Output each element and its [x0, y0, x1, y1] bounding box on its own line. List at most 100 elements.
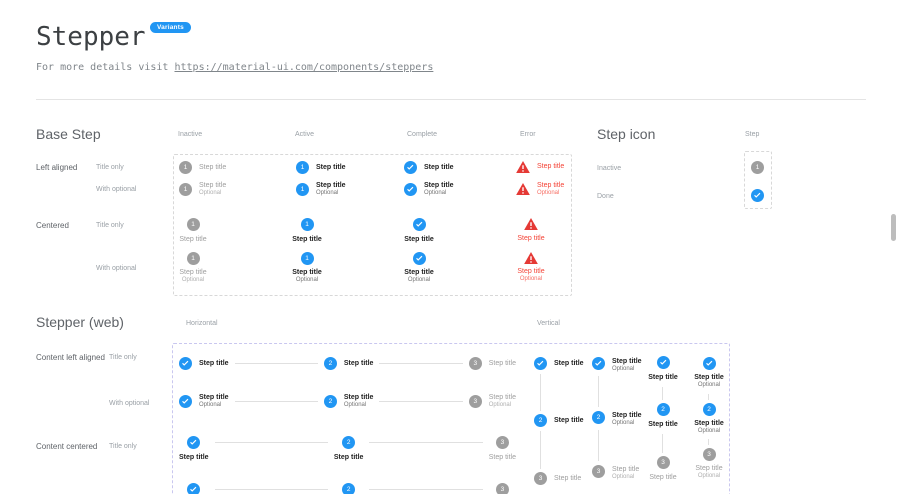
row-sublabel-title-only: Title only	[109, 354, 137, 361]
step-title: Step title	[424, 181, 454, 190]
step-active-centered: 2 Step title	[334, 436, 364, 462]
step-number-icon: 2	[324, 395, 337, 408]
step-title: Step title	[199, 359, 229, 368]
step-number-icon: 1	[296, 183, 309, 196]
step-complete-centered: Step title	[641, 356, 685, 382]
subtitle-text: For more details visit	[36, 62, 174, 73]
horizontal-stepper-centered: Step title 2 Step title 3 Step title	[179, 436, 516, 462]
step-optional: Optional	[489, 402, 516, 410]
horizontal-stepper-title-only: Step title 2 Step title 3 Step title	[179, 357, 516, 370]
row-sublabel-title-only: Title only	[96, 222, 124, 229]
step-inactive-centered-optional: 3 Step title	[489, 483, 516, 494]
step-optional: Optional	[199, 402, 229, 410]
step-number-icon: 1	[187, 218, 200, 231]
step-complete-centered: Step title	[389, 218, 449, 244]
scrollbar-thumb[interactable]	[891, 214, 896, 241]
step-optional: Optional	[698, 473, 720, 481]
step-title: Step title	[292, 235, 322, 244]
step-inactive: 3 Step title	[469, 357, 516, 370]
step-inactive-optional: 3 Step titleOptional	[469, 393, 516, 410]
step-number-icon: 2	[534, 414, 547, 427]
step-error-centered: Step title	[501, 218, 561, 243]
step-complete-optional: Step titleOptional	[404, 181, 454, 198]
step-title: Step title	[612, 357, 642, 366]
check-icon	[592, 357, 605, 370]
step-active-centered-optional: 1 Step title Optional	[277, 252, 337, 285]
step-active-centered-optional: 2 Step title Optional	[687, 403, 731, 436]
step-title: Step title	[612, 465, 639, 474]
check-icon	[413, 218, 426, 231]
row-label-centered: Centered	[36, 221, 69, 230]
column-header-step: Step	[745, 131, 759, 138]
row-label-content-left-aligned: Content left aligned	[36, 353, 105, 362]
step-inactive-centered: 3 Step title	[489, 436, 516, 462]
step-inactive-centered-optional: 1 Step title Optional	[163, 252, 223, 285]
step-number-icon: 2	[324, 357, 337, 370]
error-icon	[524, 218, 538, 230]
step-inactive-optional: 3 Step titleOptional	[592, 465, 639, 482]
row-sublabel-with-optional: With optional	[96, 265, 136, 272]
step-inactive-centered-optional: 3 Step title Optional	[687, 448, 731, 481]
step-number-icon: 3	[496, 436, 509, 449]
step-optional: Optional	[698, 428, 720, 436]
step-title: Step title	[404, 268, 434, 277]
step-connector	[369, 442, 482, 443]
error-icon	[516, 161, 530, 173]
step-title: Step title	[404, 235, 434, 244]
step-optional: Optional	[408, 277, 430, 285]
step-title: Step title	[648, 420, 678, 429]
column-header-complete: Complete	[407, 131, 437, 138]
step-title: Step title	[316, 163, 346, 172]
step-title: Step title	[517, 234, 544, 243]
step-active: 2 Step title	[324, 357, 374, 370]
step-connector	[598, 430, 599, 461]
row-label-left-aligned: Left aligned	[36, 163, 77, 172]
step-number-icon: 3	[657, 456, 670, 469]
step-inactive: 3 Step title	[534, 472, 581, 485]
step-connector	[540, 431, 541, 469]
horizontal-stepper-with-optional: Step titleOptional 2 Step titleOptional …	[179, 393, 516, 410]
step-title: Step title	[316, 181, 346, 190]
docs-link[interactable]: https://material-ui.com/components/stepp…	[174, 62, 433, 73]
step-connector	[379, 363, 462, 364]
step-title: Step title	[517, 267, 544, 276]
row-sublabel-title-only: Title only	[109, 443, 137, 450]
step-title: Step title	[489, 453, 516, 462]
step-optional: Optional	[182, 277, 204, 285]
step-error: Step title	[516, 161, 564, 173]
step-title: Step title	[554, 474, 581, 483]
step-complete-centered: Step title	[179, 436, 209, 462]
step-title: Step title	[199, 393, 229, 402]
check-icon	[187, 436, 200, 449]
step-inactive-optional: 1 Step titleOptional	[179, 181, 226, 198]
step-title: Step title	[344, 359, 374, 368]
step-error-centered-optional: Step title Optional	[501, 252, 561, 284]
step-number-icon: 1	[301, 218, 314, 231]
step-number-icon: 3	[469, 395, 482, 408]
step-active-optional: 1 Step titleOptional	[296, 181, 346, 198]
step-title: Step title	[537, 181, 564, 190]
step-title: Step title	[334, 453, 364, 462]
step-icon-inactive: 1	[751, 161, 764, 174]
step-number-icon: 3	[703, 448, 716, 461]
step-number-icon: 1	[296, 161, 309, 174]
step-title: Step title	[554, 359, 584, 368]
step-number-icon: 3	[496, 483, 509, 494]
step-number-icon: 3	[534, 472, 547, 485]
row-label-done: Done	[597, 193, 614, 200]
step-optional: Optional	[612, 366, 642, 374]
column-header-error: Error	[520, 131, 536, 138]
header-divider	[36, 99, 866, 100]
step-title: Step title	[292, 268, 322, 277]
step-title: Step title	[179, 453, 209, 462]
step-connector	[379, 401, 462, 402]
step-connector	[540, 374, 541, 411]
step-error-optional: Step titleOptional	[516, 181, 564, 198]
horizontal-stepper-centered-optional: Step title 2 Step title 3 Step title	[179, 483, 516, 494]
check-icon	[404, 183, 417, 196]
check-icon	[413, 252, 426, 265]
step-number-icon: 2	[703, 403, 716, 416]
check-icon	[657, 356, 670, 369]
step-title: Step title	[179, 268, 206, 277]
column-header-vertical: Vertical	[537, 320, 560, 327]
